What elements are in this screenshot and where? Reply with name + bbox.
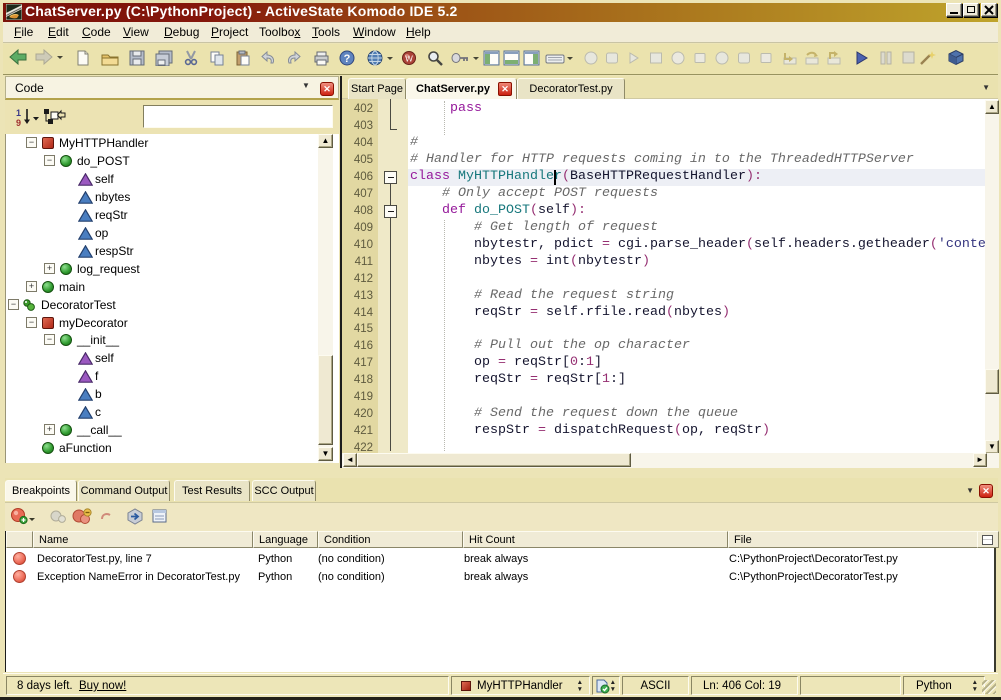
svg-text:9: 9 (16, 118, 21, 127)
svg-text:1: 1 (16, 108, 21, 118)
svg-text:W: W (405, 55, 413, 64)
svg-text:?: ? (344, 53, 351, 65)
